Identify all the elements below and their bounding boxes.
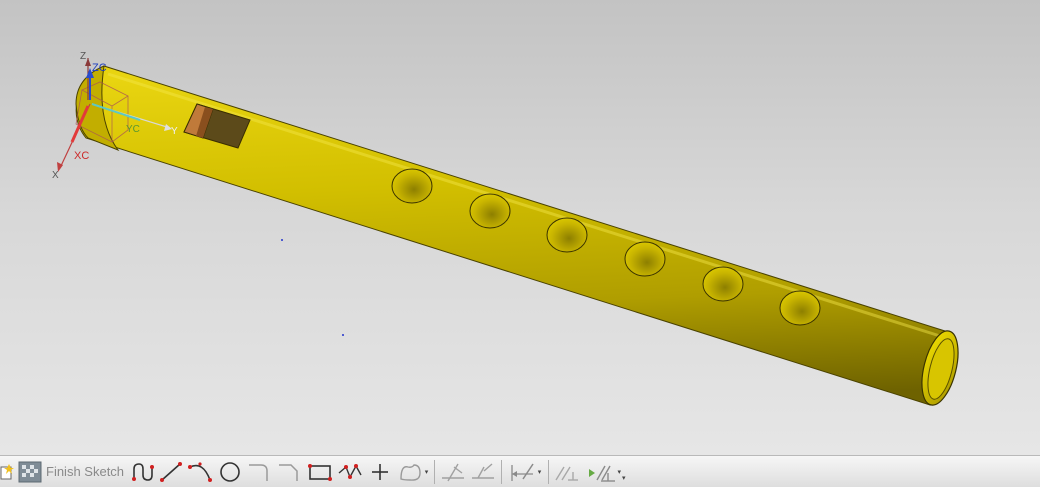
line-button[interactable] <box>158 459 184 485</box>
toolbar-separator <box>434 459 436 484</box>
polygon-button[interactable] <box>336 459 364 485</box>
csys-label-x: X <box>52 170 59 181</box>
new-sketch-button[interactable] <box>0 459 14 485</box>
rapid-dimension-icon <box>511 463 534 481</box>
arc-button[interactable] <box>186 459 214 485</box>
show-constraints-button[interactable]: ▾ ▾ <box>583 459 629 485</box>
sketch-point[interactable] <box>342 334 344 336</box>
rectangle-icon <box>308 463 333 481</box>
sketch-point[interactable] <box>281 239 283 241</box>
fillet-icon <box>249 463 268 481</box>
dropdown-arrow-icon[interactable]: ▾ <box>425 468 429 476</box>
studio-spline-icon <box>400 463 421 481</box>
studio-spline-button[interactable]: ▾ <box>396 459 430 485</box>
toolbar-separator <box>501 459 503 484</box>
chamfer-icon <box>279 463 298 481</box>
show-constraints-icon <box>588 465 615 482</box>
point-button[interactable] <box>366 459 394 485</box>
finish-sketch-label: Finish Sketch <box>46 464 125 479</box>
3d-model-view[interactable]: Z ZC Y YC X XC <box>0 0 1040 455</box>
finger-hole[interactable] <box>469 193 511 229</box>
new-sketch-icon <box>0 463 14 479</box>
dropdown-arrow-icon[interactable]: ▾ <box>538 468 542 476</box>
finger-hole[interactable] <box>546 217 588 253</box>
csys-label-y: Y <box>171 126 178 137</box>
circle-icon <box>220 461 240 482</box>
csys-label-zc: ZC <box>92 62 107 74</box>
quick-extend-icon <box>472 462 495 479</box>
line-icon <box>160 461 183 482</box>
sketch-toolbar: Finish Sketch ▾ ▾ ▾ ▾ <box>0 455 1040 487</box>
circle-button[interactable] <box>216 459 244 485</box>
finger-hole[interactable] <box>624 241 666 277</box>
toolbar-separator <box>548 459 550 484</box>
quick-extend-button[interactable] <box>469 459 497 485</box>
profile-icon <box>132 462 155 481</box>
rectangle-button[interactable] <box>306 459 334 485</box>
finish-sketch-flag-icon <box>18 461 42 482</box>
profile-button[interactable] <box>130 459 156 485</box>
finger-hole[interactable] <box>779 290 821 326</box>
polygon-icon <box>338 463 362 479</box>
fillet-button[interactable] <box>246 459 274 485</box>
geometric-constraints-button[interactable] <box>553 459 581 485</box>
graphics-window[interactable]: Z ZC Y YC X XC <box>0 0 1040 455</box>
quick-trim-button[interactable] <box>439 459 467 485</box>
geometric-constraints-icon <box>555 466 579 481</box>
csys-label-xc: XC <box>74 150 89 162</box>
csys-label-z: Z <box>80 51 86 62</box>
arc-icon <box>188 461 213 482</box>
finish-sketch-button[interactable]: Finish Sketch <box>16 459 128 485</box>
finger-hole[interactable] <box>702 266 744 302</box>
dropdown-arrow-icon[interactable]: ▾ <box>618 468 622 476</box>
finger-hole[interactable] <box>391 168 433 204</box>
quick-trim-icon <box>442 463 465 481</box>
csys-label-yc: YC <box>126 124 140 135</box>
rapid-dimension-button[interactable]: ▾ <box>506 459 544 485</box>
point-icon <box>372 463 389 480</box>
chamfer-button[interactable] <box>276 459 304 485</box>
dropdown-arrow-icon[interactable]: ▾ <box>622 474 626 482</box>
